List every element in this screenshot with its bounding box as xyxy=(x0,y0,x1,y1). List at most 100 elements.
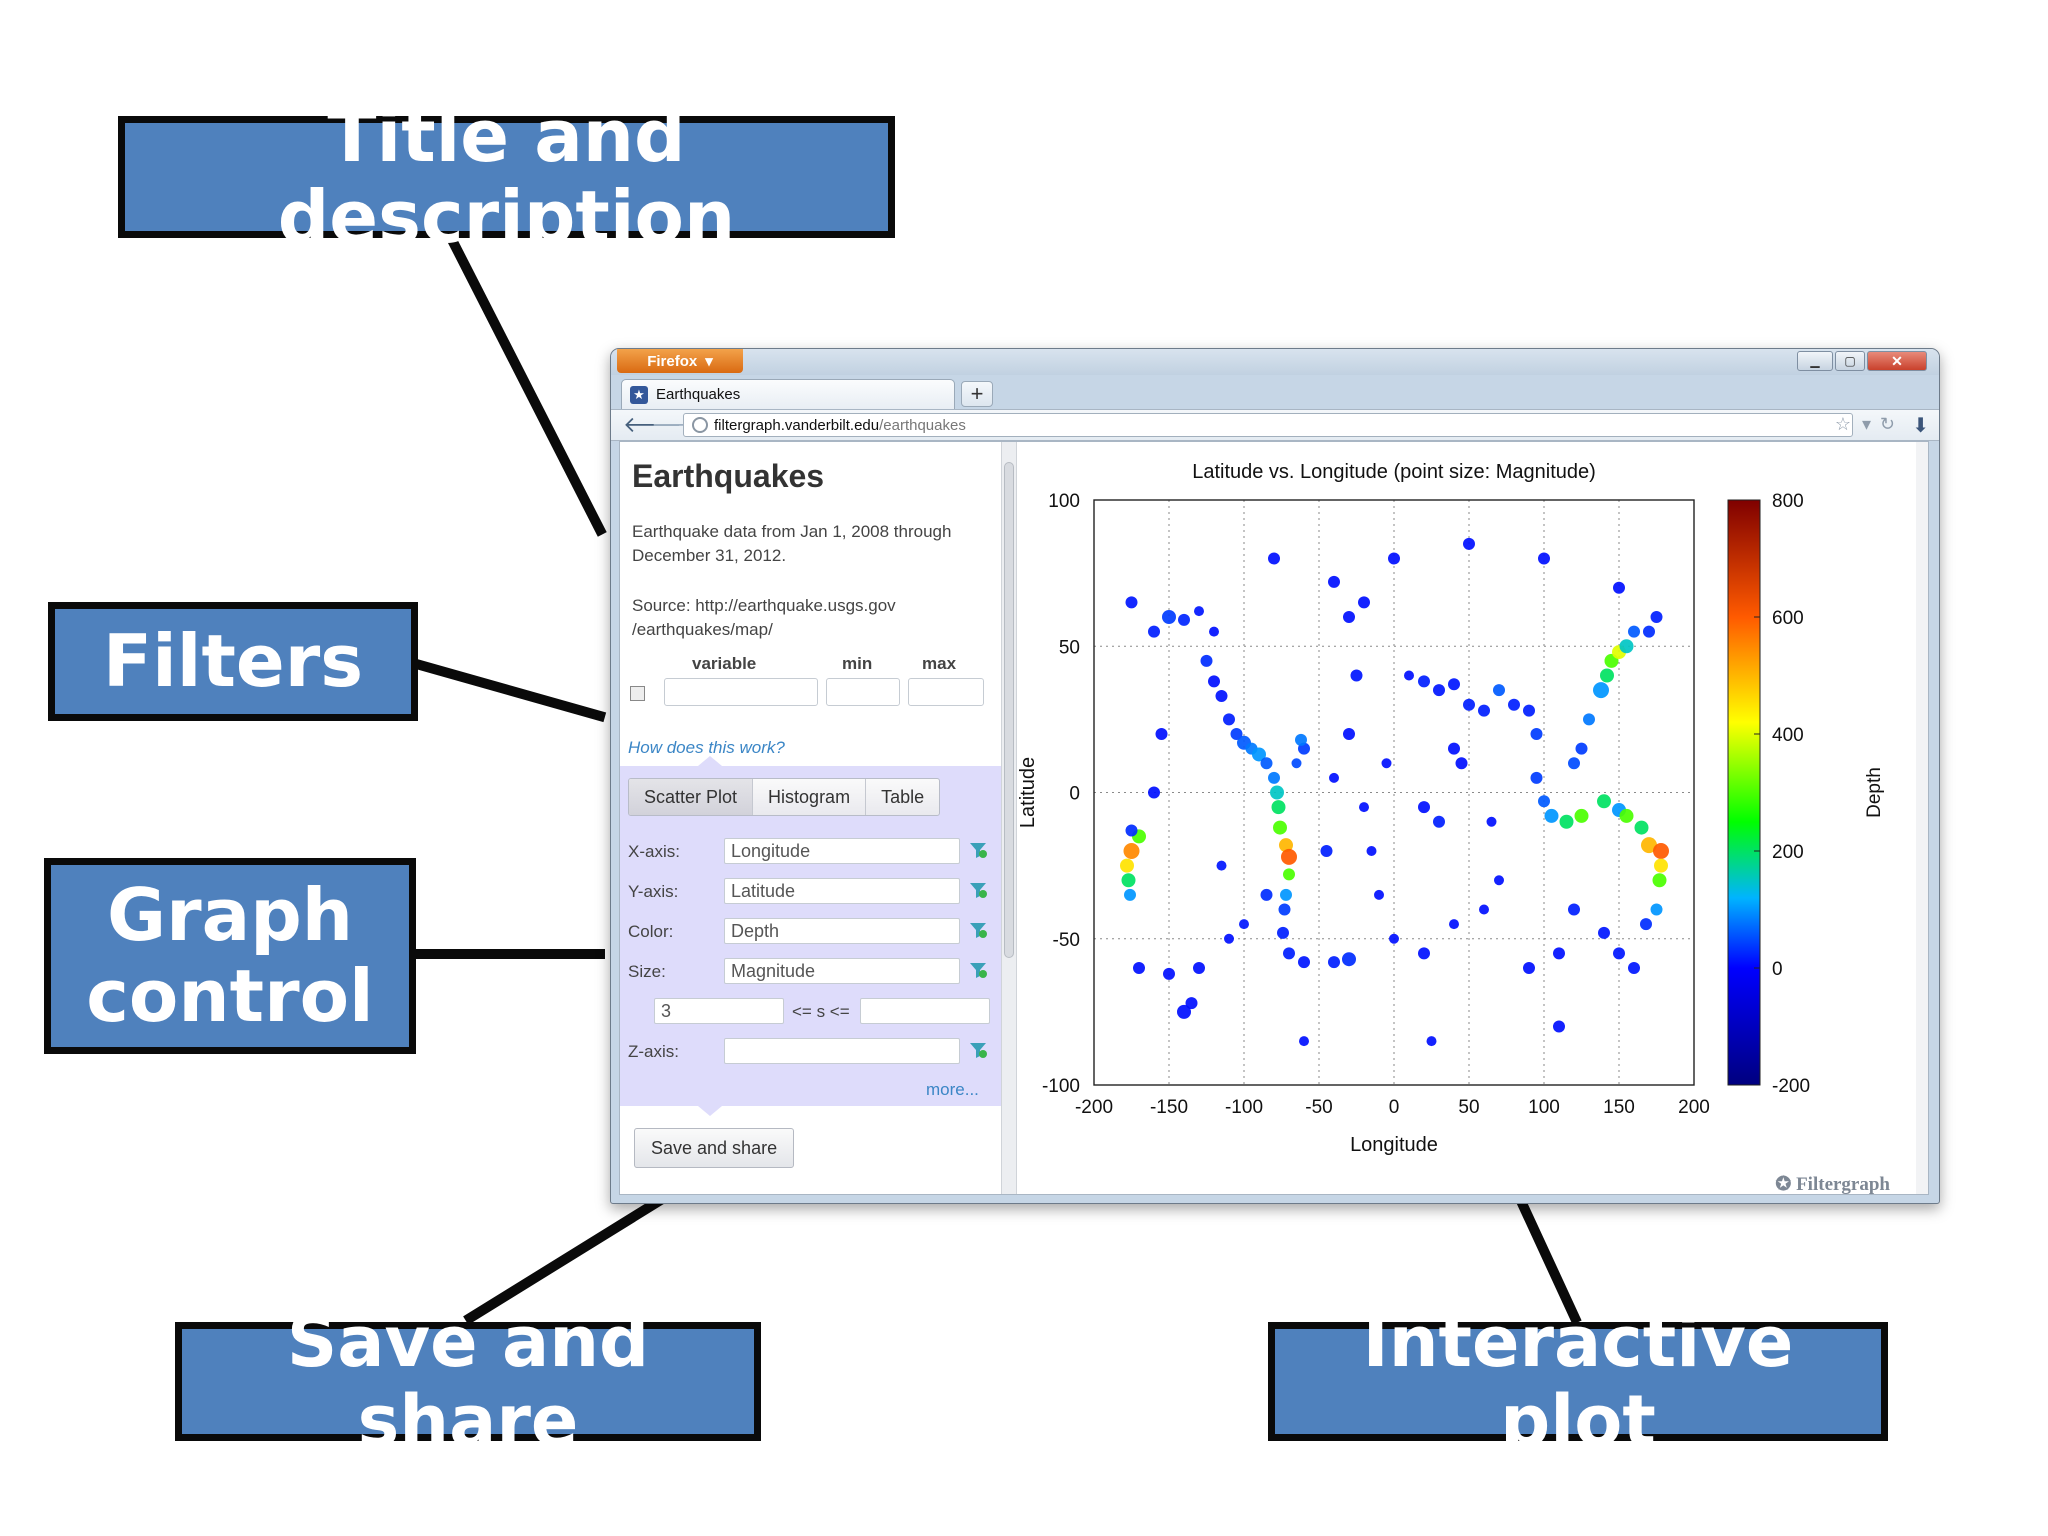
x-axis-title: Longitude xyxy=(1350,1134,1438,1156)
y-tick-label: -100 xyxy=(1042,1076,1080,1097)
data-point xyxy=(1374,889,1384,900)
colorbar-tick-label: 800 xyxy=(1772,491,1804,512)
size-min-input[interactable]: 3 xyxy=(654,998,784,1024)
y-axis-label: Y-axis: xyxy=(628,882,679,901)
minimize-button[interactable]: ▁ xyxy=(1797,351,1833,371)
save-and-share-button[interactable]: Save and share xyxy=(634,1128,795,1168)
z-axis-select[interactable] xyxy=(724,1038,960,1064)
close-window-button[interactable]: ✕ xyxy=(1867,351,1927,371)
chart-title: Latitude vs. Longitude (point size: Magn… xyxy=(1192,461,1596,483)
bookmark-star-icon[interactable]: ☆ xyxy=(1835,414,1859,435)
data-point xyxy=(1448,742,1460,755)
x-tick-label: 150 xyxy=(1603,1097,1635,1118)
reload-icon[interactable]: ↻ xyxy=(1880,414,1903,435)
data-point xyxy=(1123,843,1140,859)
callout-graph-control-line1: Graph xyxy=(107,873,353,958)
page-title: Earthquakes xyxy=(632,458,825,494)
data-point xyxy=(1643,625,1655,638)
how-does-this-work-link[interactable]: How does this work? xyxy=(628,738,785,758)
interactive-plot[interactable]: -200 -150 -100 -50 0 50 100 150 200 -100 -50 0 50 100… xyxy=(1017,442,1928,1195)
tab-histogram[interactable]: Histogram xyxy=(753,779,867,815)
y-axis-select[interactable]: Latitude xyxy=(724,878,960,904)
y-axis-filter-icon[interactable] xyxy=(968,880,988,900)
filter-enable-checkbox[interactable] xyxy=(630,686,645,701)
y-tick-label: -50 xyxy=(1053,930,1080,951)
data-point xyxy=(1530,728,1543,740)
data-point xyxy=(1366,846,1377,856)
data-point xyxy=(1133,962,1145,974)
data-point xyxy=(1283,947,1295,960)
leader-title xyxy=(441,225,607,537)
scatter-plot-svg[interactable]: -200 -150 -100 -50 0 50 100 150 200 -100 -50 0 50 100… xyxy=(1017,442,1916,1195)
data-point xyxy=(1653,843,1669,859)
data-point xyxy=(1486,816,1497,827)
download-arrow-icon[interactable]: ⬇ xyxy=(1912,413,1929,438)
size-select[interactable]: Magnitude xyxy=(724,958,960,984)
browser-tab-earthquakes[interactable]: ★ Earthquakes xyxy=(621,379,955,409)
browser-window: Firefox ▾ ▁ ▢ ✕ ★ Earthquakes + 🡐 🡒 filt… xyxy=(610,348,1940,1204)
data-point xyxy=(1148,786,1160,799)
sidebar-scrollbar[interactable] xyxy=(1001,442,1017,1194)
page-content: Earthquakes Earthquake data from Jan 1, … xyxy=(619,441,1929,1195)
data-point xyxy=(1538,552,1550,565)
data-point xyxy=(1544,808,1559,823)
data-point xyxy=(1124,888,1136,901)
filter-variable-input[interactable] xyxy=(664,678,818,706)
y-tick-label: 100 xyxy=(1048,491,1080,512)
callout-title-description: Title and description xyxy=(118,96,895,257)
firefox-menu-button[interactable]: Firefox ▾ xyxy=(617,349,743,373)
color-label: Color: xyxy=(628,922,674,941)
data-point xyxy=(1574,808,1589,823)
maximize-button[interactable]: ▢ xyxy=(1835,351,1865,371)
data-point xyxy=(1433,815,1445,828)
data-point xyxy=(1358,596,1370,609)
data-point xyxy=(1433,684,1445,697)
x-axis-select[interactable]: Longitude xyxy=(724,838,960,864)
window-titlebar: Firefox ▾ ▁ ▢ ✕ xyxy=(611,349,1939,375)
filter-max-input[interactable] xyxy=(908,678,984,706)
data-point xyxy=(1530,771,1543,784)
data-point xyxy=(1193,962,1205,974)
size-max-input[interactable] xyxy=(860,998,990,1024)
leader-filters xyxy=(406,656,607,723)
url-dropdown-icon[interactable]: ▾ xyxy=(1862,414,1879,435)
data-point xyxy=(1268,552,1280,565)
tab-table[interactable]: Table xyxy=(866,779,939,815)
data-point xyxy=(1223,713,1235,726)
more-options-link[interactable]: more... xyxy=(926,1080,979,1100)
filter-header-min: min xyxy=(842,654,873,673)
data-point xyxy=(1350,669,1363,682)
z-axis-filter-icon[interactable] xyxy=(968,1040,988,1060)
filtergraph-watermark: ✪ Filtergraph xyxy=(1775,1174,1890,1194)
colorbar xyxy=(1727,499,1761,1086)
firefox-menu-label: Firefox xyxy=(647,352,698,370)
page-description: Earthquake data from Jan 1, 2008 through… xyxy=(632,522,952,565)
y-tick-label: 50 xyxy=(1059,637,1080,658)
sidebar-scrollbar-thumb[interactable] xyxy=(1004,462,1014,958)
data-point xyxy=(1200,654,1213,667)
filter-min-input[interactable] xyxy=(826,678,900,706)
callout-graph-control: Graph control xyxy=(44,858,416,1054)
x-axis-filter-icon[interactable] xyxy=(968,840,988,860)
data-point xyxy=(1185,997,1198,1010)
data-point xyxy=(1343,611,1355,623)
z-axis-label: Z-axis: xyxy=(628,1042,679,1061)
new-tab-button[interactable]: + xyxy=(961,381,993,407)
size-filter-icon[interactable] xyxy=(968,960,988,980)
data-point xyxy=(1553,1020,1565,1033)
data-point xyxy=(1381,758,1392,769)
plot-scrollbar[interactable] xyxy=(1916,442,1928,1194)
data-point xyxy=(1328,956,1340,969)
colorbar-tick-label: 400 xyxy=(1772,725,1804,746)
color-filter-icon[interactable] xyxy=(968,920,988,940)
data-point xyxy=(1155,728,1168,740)
data-point xyxy=(1163,967,1175,980)
data-point xyxy=(1239,919,1249,930)
filter-header-max: max xyxy=(922,654,957,673)
data-point xyxy=(1479,904,1489,915)
tab-scatter-plot[interactable]: Scatter Plot xyxy=(629,779,754,815)
data-point xyxy=(1652,873,1667,888)
url-bar[interactable]: filtergraph.vanderbilt.edu/earthquakes xyxy=(683,413,1853,437)
data-point xyxy=(1650,903,1663,916)
color-select[interactable]: Depth xyxy=(724,918,960,944)
